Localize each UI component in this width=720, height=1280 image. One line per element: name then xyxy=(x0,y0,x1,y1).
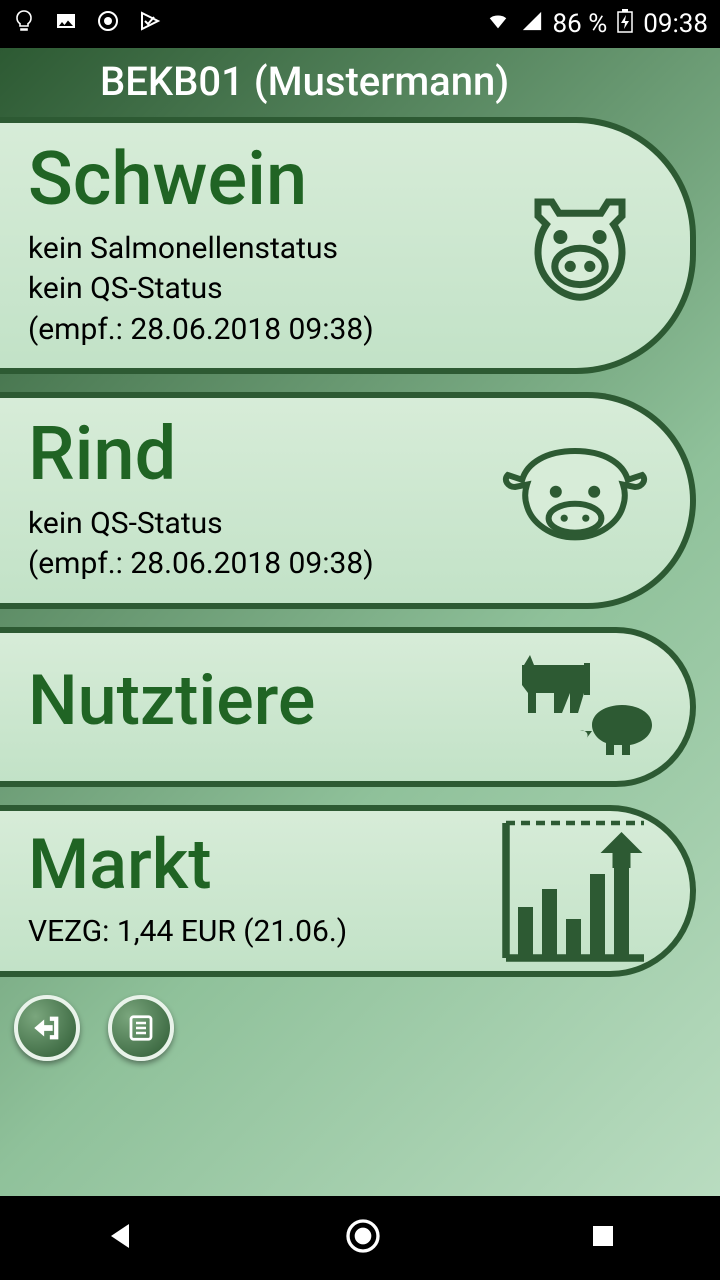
card-line: VEZG: 1,44 EUR (21.06.) xyxy=(28,912,530,953)
chart-up-icon xyxy=(500,814,650,968)
card-line: kein Salmonellenstatus xyxy=(28,229,530,270)
card-line: kein QS-Status xyxy=(28,504,530,545)
pig-icon xyxy=(510,174,650,318)
card-line: (empf.: 28.06.2018 09:38) xyxy=(28,544,530,585)
card-title: Rind xyxy=(28,416,530,494)
card-line: kein QS-Status xyxy=(28,269,530,310)
signal-icon xyxy=(521,9,543,39)
android-navbar xyxy=(0,1196,720,1280)
cow-icon xyxy=(500,439,650,563)
livestock-icon xyxy=(502,635,662,779)
clock-text: 09:38 xyxy=(643,9,708,39)
bulb-icon xyxy=(12,9,36,40)
wifi-icon xyxy=(485,9,511,39)
card-title: Nutztiere xyxy=(28,665,530,739)
exit-button[interactable] xyxy=(14,995,80,1061)
battery-charging-icon xyxy=(617,9,633,40)
app-main: BEKB01 (Mustermann) mais Schwein kein Sa… xyxy=(0,48,720,1196)
page-title: BEKB01 (Mustermann) xyxy=(0,48,720,111)
card-line: (empf.: 28.06.2018 09:38) xyxy=(28,310,530,351)
list-button[interactable] xyxy=(108,995,174,1061)
card-rind[interactable]: Rind kein QS-Status (empf.: 28.06.2018 0… xyxy=(0,392,696,609)
battery-text: 86 % xyxy=(553,9,608,39)
card-nutztiere[interactable]: Nutztiere xyxy=(0,627,696,787)
target-icon xyxy=(96,9,120,40)
card-title: Markt xyxy=(28,829,530,903)
card-title: Schwein xyxy=(28,141,530,219)
nav-home-icon[interactable] xyxy=(343,1216,383,1260)
nav-recent-icon[interactable] xyxy=(588,1221,618,1255)
image-icon xyxy=(54,9,78,40)
card-markt[interactable]: Markt VEZG: 1,44 EUR (21.06.) xyxy=(0,805,696,977)
nav-back-icon[interactable] xyxy=(102,1218,138,1258)
card-schwein[interactable]: Schwein kein Salmonellenstatus kein QS-S… xyxy=(0,117,696,374)
status-bar: 86 % 09:38 xyxy=(0,0,720,48)
check-play-icon xyxy=(138,9,162,40)
